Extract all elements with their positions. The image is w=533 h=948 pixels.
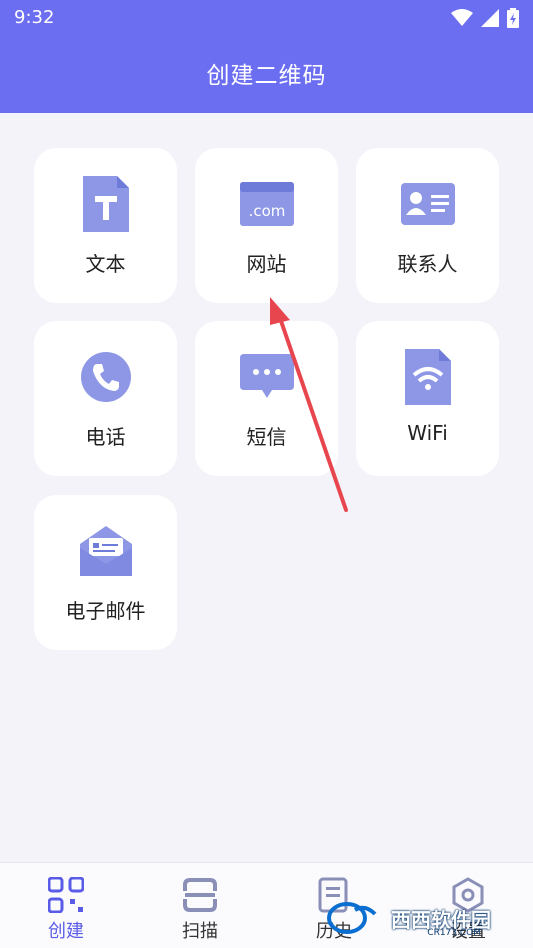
tab-label: 扫描 xyxy=(182,921,218,942)
card-contact[interactable]: 联系人 xyxy=(356,148,499,303)
card-label: WiFi xyxy=(407,421,448,445)
card-wifi[interactable]: WiFi xyxy=(356,321,499,476)
card-label: 网站 xyxy=(246,252,287,276)
app-header: 9:32 创建二维码 xyxy=(0,0,533,113)
watermark: 西西软件园 CR173.COM xyxy=(325,898,525,938)
status-time: 9:32 xyxy=(14,7,55,28)
card-website[interactable]: .com 网站 xyxy=(195,148,338,303)
cell-signal-icon xyxy=(481,9,499,27)
tab-create[interactable]: 创建 xyxy=(26,877,106,943)
scan-icon xyxy=(183,878,217,912)
battery-charging-icon xyxy=(507,8,519,28)
card-email[interactable]: 电子邮件 xyxy=(34,495,177,650)
card-label: 文本 xyxy=(85,252,126,276)
card-label: 短信 xyxy=(246,425,287,449)
card-phone[interactable]: 电话 xyxy=(34,321,177,476)
phone-icon xyxy=(78,349,134,405)
contact-card-icon xyxy=(400,176,456,232)
qr-code-icon xyxy=(48,877,84,913)
page-title: 创建二维码 xyxy=(206,63,327,89)
sms-bubble-icon xyxy=(239,349,295,405)
wifi-file-icon xyxy=(400,349,456,405)
card-label: 联系人 xyxy=(397,252,458,276)
tab-scan[interactable]: 扫描 xyxy=(160,877,240,943)
card-sms[interactable]: 短信 xyxy=(195,321,338,476)
status-icons xyxy=(451,8,519,28)
text-document-icon xyxy=(78,176,134,232)
website-icon: .com xyxy=(239,176,295,232)
website-icon-text: .com xyxy=(248,202,285,220)
status-bar: 9:32 xyxy=(0,0,533,36)
bottom-tab-bar: 创建 扫描 历史 设置 西西软件园 CR173.COM xyxy=(0,862,533,948)
watermark-subtext: CR173.COM xyxy=(427,928,481,938)
wifi-signal-icon xyxy=(451,9,473,26)
card-text[interactable]: 文本 xyxy=(34,148,177,303)
watermark-logo-icon xyxy=(327,902,377,934)
email-envelope-icon xyxy=(78,523,134,579)
tab-label: 创建 xyxy=(48,921,84,942)
card-label: 电子邮件 xyxy=(65,599,146,623)
card-label: 电话 xyxy=(85,425,126,449)
